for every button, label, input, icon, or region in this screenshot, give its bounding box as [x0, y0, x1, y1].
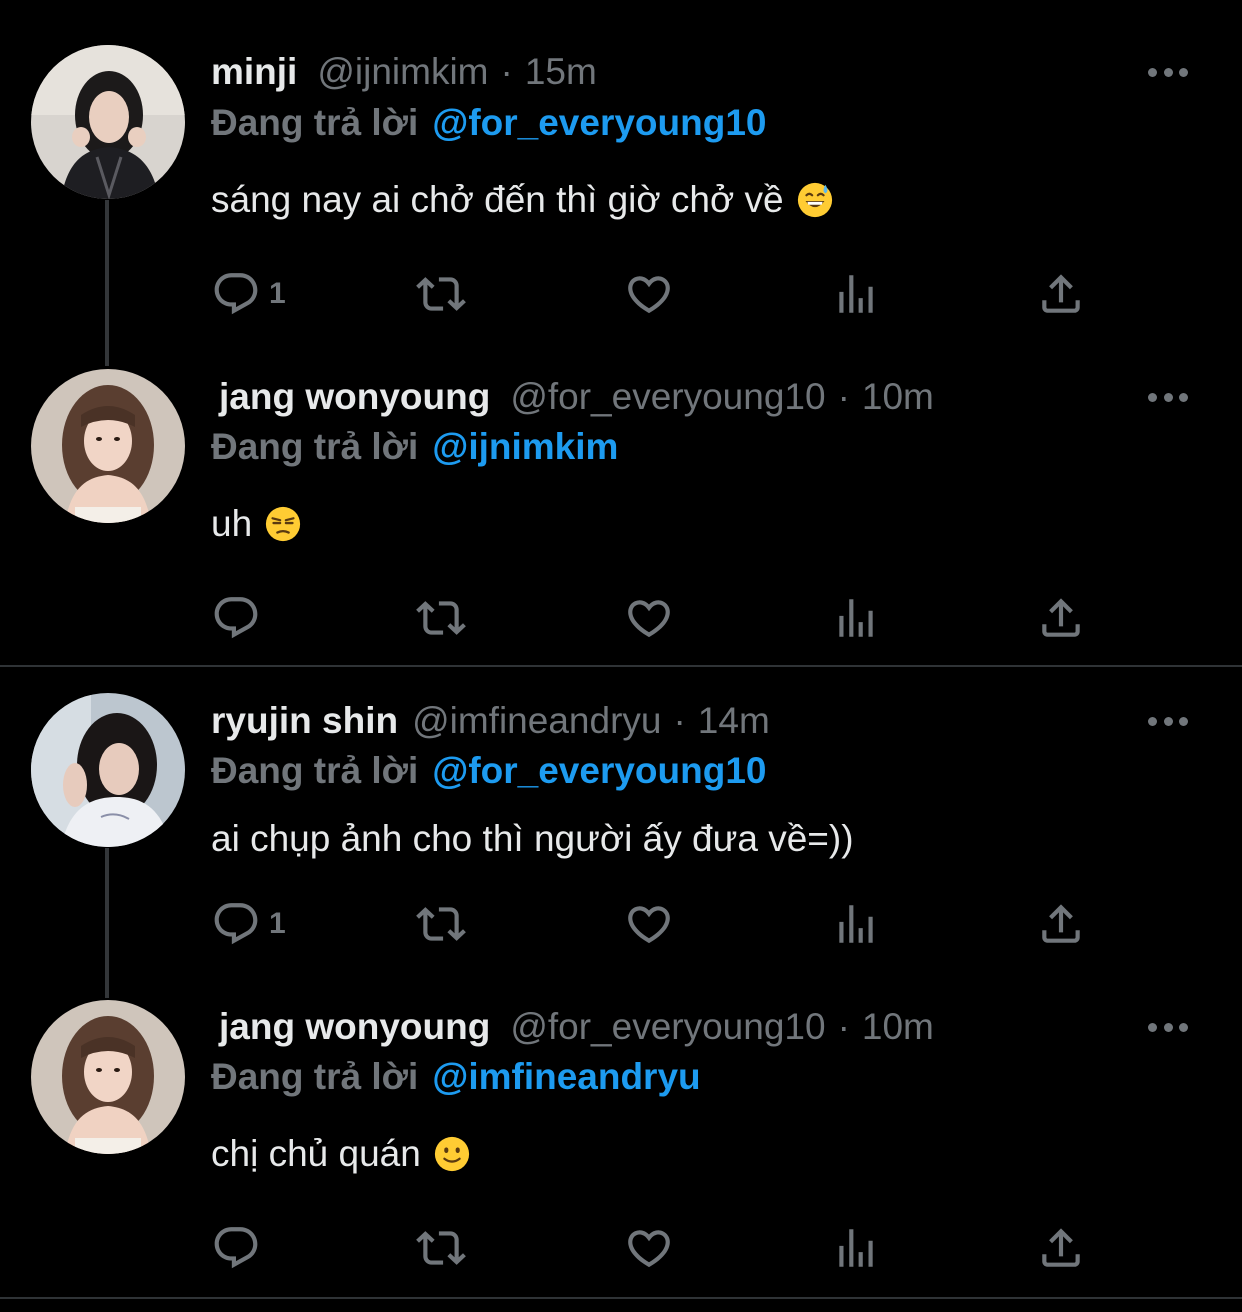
share-icon	[1036, 593, 1086, 643]
views-button[interactable]	[831, 1223, 881, 1273]
heart-icon	[624, 899, 674, 949]
display-name[interactable]: minji	[211, 51, 297, 93]
retweet-icon	[416, 899, 466, 949]
tweet[interactable]: minji @ijnimkim · 15m Đang trả lời @for_e…	[0, 0, 1242, 340]
timestamp[interactable]: 10m	[862, 376, 934, 418]
slightly-smiling-emoji	[433, 1135, 471, 1173]
display-name[interactable]: jang wonyoung	[219, 376, 490, 418]
separator-dot: ·	[673, 700, 686, 741]
avatar[interactable]	[31, 693, 185, 847]
views-icon	[831, 899, 881, 949]
more-icon[interactable]	[1148, 390, 1188, 404]
share-button[interactable]	[1036, 1223, 1086, 1273]
retweet-button[interactable]	[416, 269, 466, 319]
replying-to: Đang trả lời @ijnimkim	[211, 426, 618, 468]
reply-count: 1	[269, 907, 286, 940]
avatar[interactable]	[31, 1000, 185, 1154]
tweet-text-content: uh	[211, 503, 253, 544]
user-handle[interactable]: @imfineandryu	[412, 700, 661, 742]
share-button[interactable]	[1036, 593, 1086, 643]
replying-to: Đang trả lời @for_everyoung10	[211, 750, 766, 792]
separator-dot: ·	[500, 51, 513, 92]
views-icon	[831, 1223, 881, 1273]
action-bar: 1	[211, 899, 1111, 949]
retweet-button[interactable]	[416, 899, 466, 949]
like-button[interactable]	[624, 593, 674, 643]
tweet[interactable]: ryujin shin @imfineandryu · 14m Đang trả…	[0, 667, 1242, 987]
tweet-text: ai chụp ảnh cho thì người ấy đưa về=))	[211, 815, 854, 863]
replying-to-label: Đang trả lời	[211, 102, 419, 143]
reply-icon	[211, 1223, 261, 1273]
reply-icon	[211, 899, 261, 949]
user-handle[interactable]: @for_everyoung10	[510, 1006, 825, 1048]
reply-button[interactable]: 1	[211, 899, 286, 949]
heart-icon	[624, 593, 674, 643]
mention-link[interactable]: @for_everyoung10	[432, 750, 766, 791]
action-bar	[211, 593, 1111, 643]
unamused-emoji	[264, 505, 302, 543]
tweet-text-content: chị chủ quán	[211, 1133, 421, 1174]
views-icon	[831, 593, 881, 643]
heart-icon	[624, 269, 674, 319]
timestamp[interactable]: 10m	[862, 1006, 934, 1048]
share-icon	[1036, 899, 1086, 949]
mention-link[interactable]: @imfineandryu	[432, 1056, 700, 1097]
reply-icon	[211, 593, 261, 643]
retweet-button[interactable]	[416, 1223, 466, 1273]
replying-to: Đang trả lời @for_everyoung10	[211, 102, 766, 144]
tweet-text-content: sáng nay ai chở đến thì giờ chở về	[211, 179, 784, 220]
replying-to: Đang trả lời @imfineandryu	[211, 1056, 701, 1098]
like-button[interactable]	[624, 1223, 674, 1273]
timestamp[interactable]: 15m	[525, 51, 597, 93]
mention-link[interactable]: @for_everyoung10	[432, 102, 766, 143]
replying-to-label: Đang trả lời	[211, 426, 419, 467]
tweet[interactable]: jang wonyoung @for_everyoung10 · 10m Đan…	[0, 987, 1242, 1297]
views-button[interactable]	[831, 593, 881, 643]
views-button[interactable]	[831, 899, 881, 949]
like-button[interactable]	[624, 899, 674, 949]
avatar[interactable]	[31, 45, 185, 199]
retweet-icon	[416, 593, 466, 643]
share-button[interactable]	[1036, 269, 1086, 319]
mention-link[interactable]: @ijnimkim	[432, 426, 618, 467]
action-bar: 1	[211, 269, 1111, 319]
heart-icon	[624, 1223, 674, 1273]
separator-dot: ·	[837, 1006, 850, 1047]
reply-button[interactable]	[211, 1223, 269, 1273]
like-button[interactable]	[624, 269, 674, 319]
views-button[interactable]	[831, 269, 881, 319]
replying-to-label: Đang trả lời	[211, 1056, 419, 1097]
tweet-text: uh	[211, 500, 302, 548]
reply-icon	[211, 269, 261, 319]
grinning-sweat-emoji	[796, 181, 834, 219]
reply-button[interactable]: 1	[211, 269, 286, 319]
separator-dot: ·	[837, 376, 850, 417]
share-button[interactable]	[1036, 899, 1086, 949]
retweet-icon	[416, 269, 466, 319]
retweet-button[interactable]	[416, 593, 466, 643]
tweet-text: chị chủ quán	[211, 1130, 471, 1178]
tweet-text: sáng nay ai chở đến thì giờ chở về	[211, 176, 834, 224]
divider	[0, 1297, 1242, 1299]
avatar[interactable]	[31, 369, 185, 523]
replying-to-label: Đang trả lời	[211, 750, 419, 791]
share-icon	[1036, 269, 1086, 319]
action-bar	[211, 1223, 1111, 1273]
share-icon	[1036, 1223, 1086, 1273]
display-name[interactable]: jang wonyoung	[219, 1006, 490, 1048]
retweet-icon	[416, 1223, 466, 1273]
user-handle[interactable]: @ijnimkim	[317, 51, 488, 93]
views-icon	[831, 269, 881, 319]
reply-count: 1	[269, 277, 286, 310]
tweet[interactable]: jang wonyoung @for_everyoung10 · 10m Đan…	[0, 340, 1242, 665]
tweet-text-content: ai chụp ảnh cho thì người ấy đưa về=))	[211, 818, 854, 859]
reply-button[interactable]	[211, 593, 269, 643]
display-name[interactable]: ryujin shin	[211, 700, 398, 742]
user-handle[interactable]: @for_everyoung10	[510, 376, 825, 418]
timestamp[interactable]: 14m	[698, 700, 770, 742]
more-icon[interactable]	[1148, 65, 1188, 79]
more-icon[interactable]	[1148, 1020, 1188, 1034]
more-icon[interactable]	[1148, 714, 1188, 728]
